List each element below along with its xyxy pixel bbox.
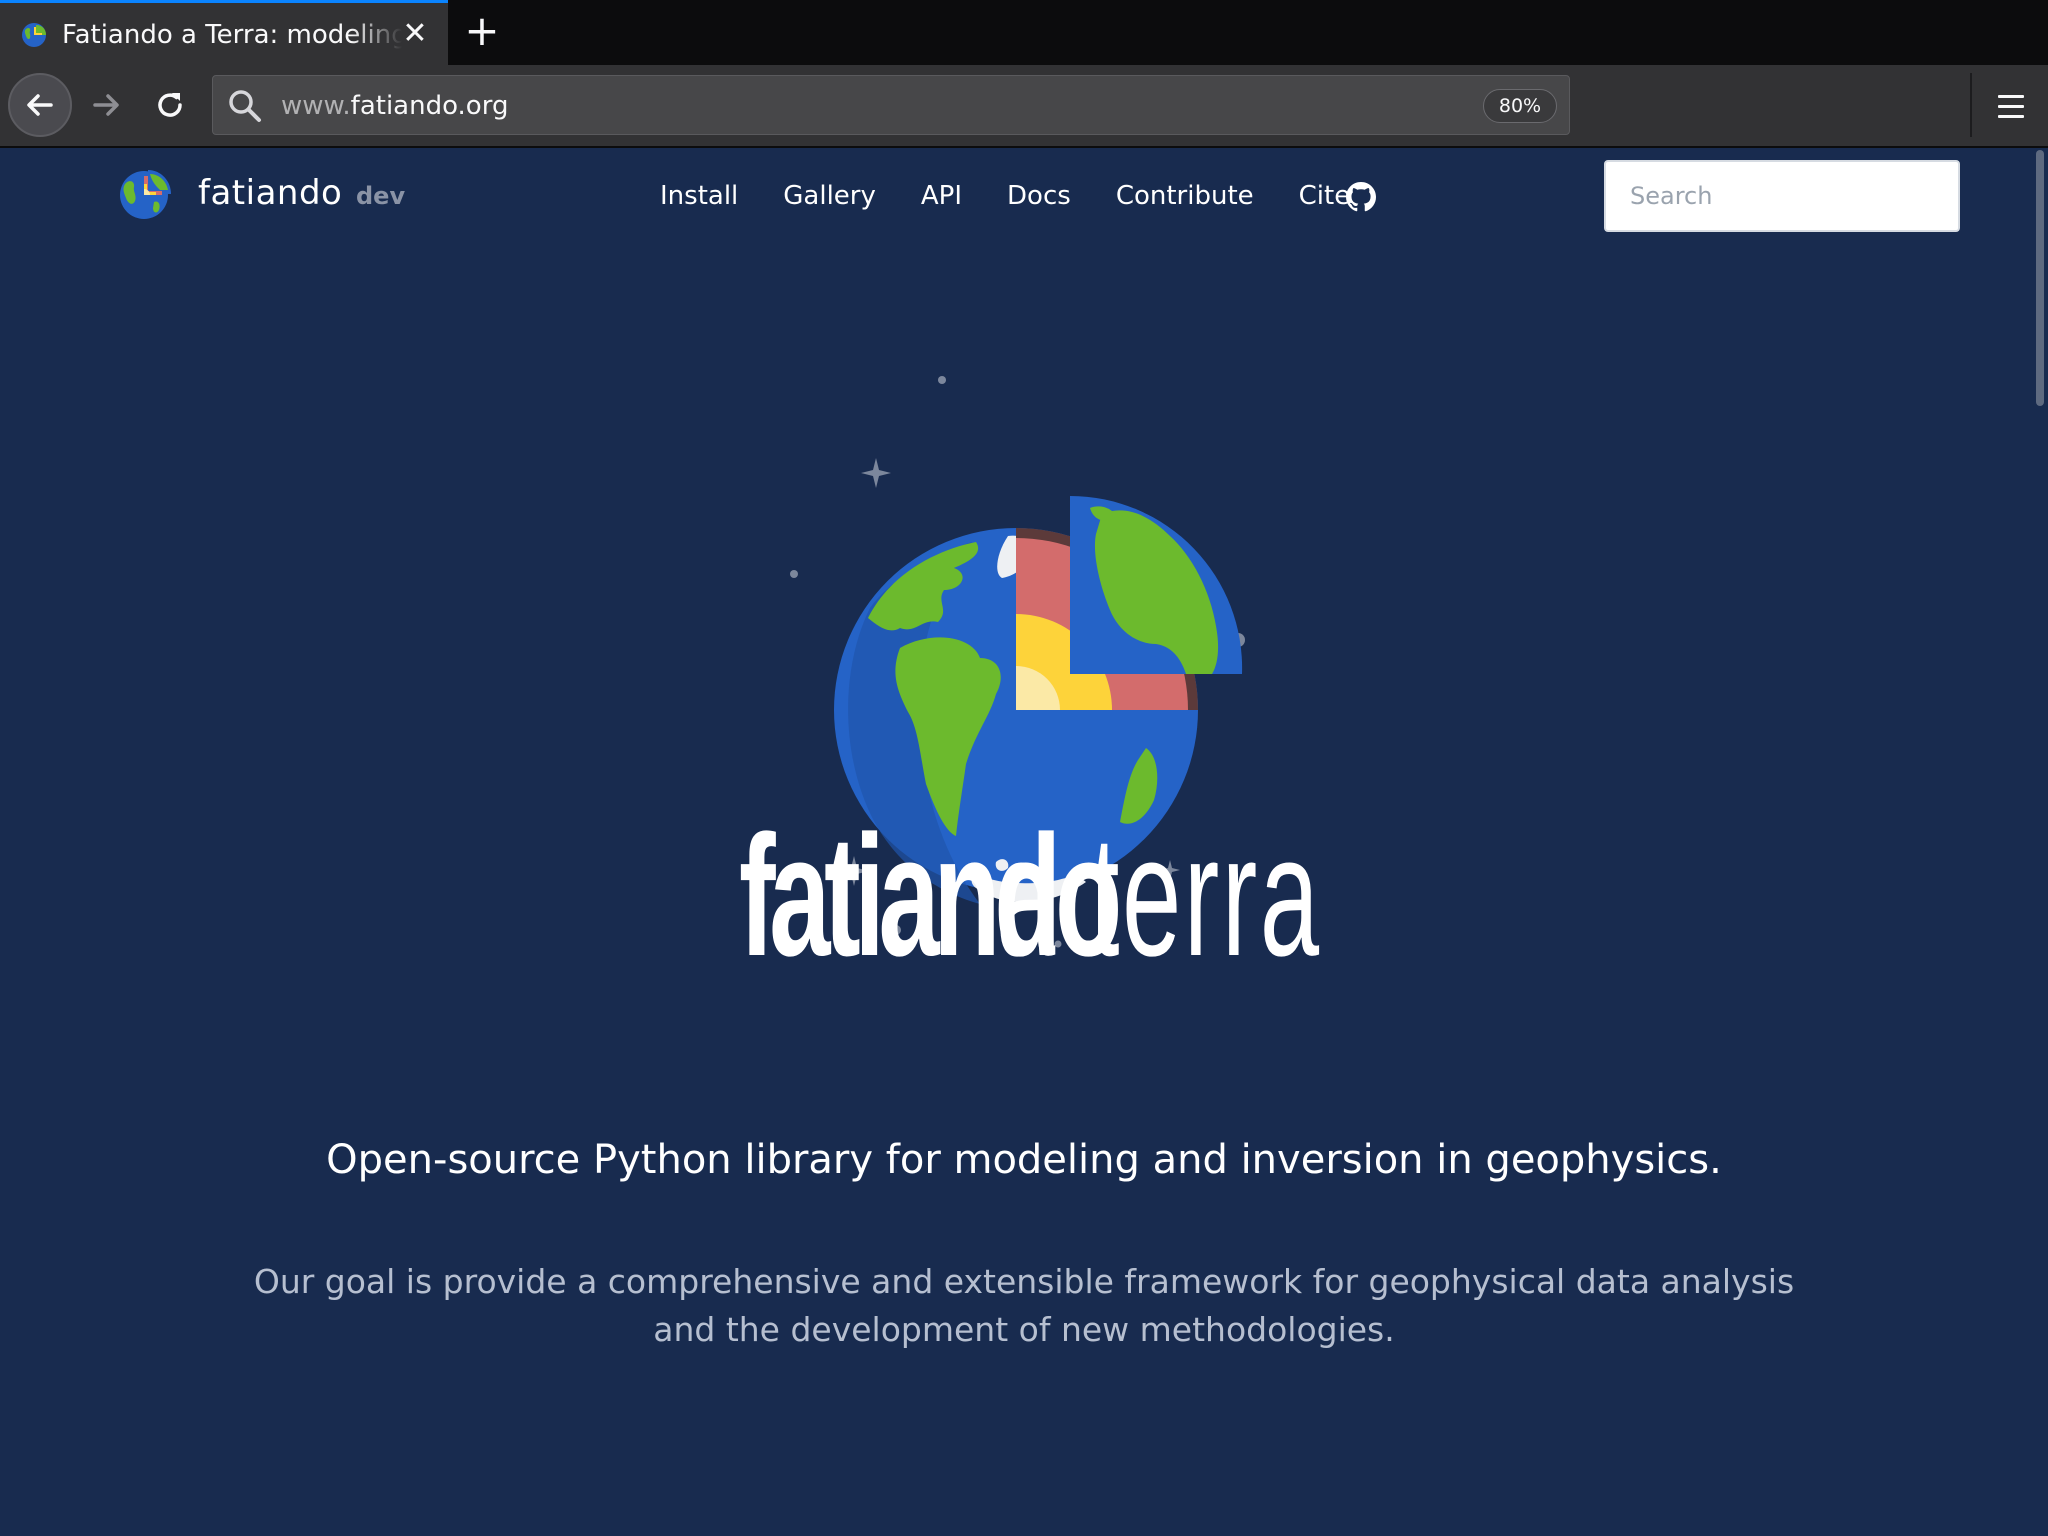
active-tab[interactable]: Fatiando a Terra: modeling and inversion…	[0, 0, 448, 65]
earth-favicon-icon	[22, 23, 46, 47]
nav-link-install[interactable]: Install	[660, 178, 738, 214]
nav-link-docs[interactable]: Docs	[1007, 178, 1071, 214]
url-domain: fatiando.org	[350, 91, 509, 121]
address-bar[interactable]: www.fatiando.org 80%	[212, 75, 1570, 135]
nav-link-api[interactable]: API	[921, 178, 962, 214]
browser-toolbar: www.fatiando.org 80%	[0, 65, 2048, 148]
back-button[interactable]	[8, 73, 72, 137]
close-tab-icon[interactable]: ✕	[400, 19, 430, 49]
new-tab-button[interactable]: +	[462, 10, 502, 52]
page-content: fatiando dev Install Gallery API Docs Co…	[0, 148, 2048, 1536]
wordmark-light: a terra	[995, 800, 1322, 992]
search-icon	[229, 90, 261, 122]
version-label: dev	[356, 182, 406, 210]
page-scrollbar[interactable]	[2036, 150, 2044, 406]
main-nav: Install Gallery API Docs Contribute Cite	[660, 178, 1350, 214]
arrow-right-icon	[93, 94, 119, 116]
reload-button[interactable]	[148, 83, 192, 127]
hero-goal-text: Our goal is provide a comprehensive and …	[253, 1262, 1795, 1349]
earth-logo-icon[interactable]	[116, 166, 172, 222]
arrow-left-icon	[27, 94, 53, 116]
search-input[interactable]	[1604, 160, 1960, 232]
reload-icon	[158, 93, 182, 117]
hero-tagline: Open-source Python library for modeling …	[326, 1137, 1722, 1183]
nav-link-cite[interactable]: Cite	[1299, 178, 1351, 214]
hero-wordmark: fatiandoa terra	[0, 796, 2048, 996]
zoom-level-badge[interactable]: 80%	[1483, 89, 1557, 123]
url-prefix: www.	[281, 91, 351, 121]
tab-title: Fatiando a Terra: modeling and inversion	[62, 20, 402, 50]
toolbar-separator	[1970, 73, 1972, 137]
nav-link-contribute[interactable]: Contribute	[1116, 178, 1254, 214]
forward-button[interactable]	[84, 83, 128, 127]
tab-strip: Fatiando a Terra: modeling and inversion…	[0, 0, 2048, 65]
github-icon[interactable]	[1346, 182, 1376, 212]
hamburger-menu-icon[interactable]	[1988, 83, 2034, 129]
nav-link-gallery[interactable]: Gallery	[783, 178, 876, 214]
url-text: www.fatiando.org	[281, 88, 508, 124]
site-brand[interactable]: fatiando	[198, 170, 342, 216]
